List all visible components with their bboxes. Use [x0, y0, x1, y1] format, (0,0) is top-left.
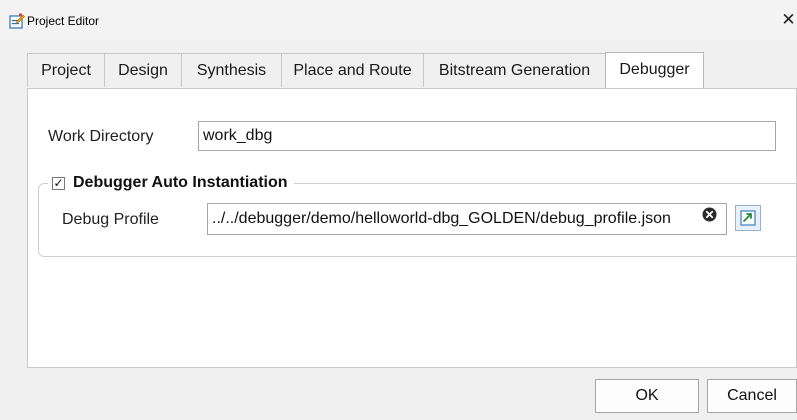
debug-profile-label: Debug Profile [62, 211, 159, 228]
auto-instantiation-header: ✓ Debugger Auto Instantiation [48, 173, 294, 193]
tab-project[interactable]: Project [27, 53, 105, 87]
ok-button[interactable]: OK [595, 379, 699, 413]
app-icon [9, 13, 25, 29]
close-button[interactable]: ✕ [780, 8, 797, 32]
work-directory-input[interactable]: work_dbg [198, 121, 776, 151]
browse-folder-icon [740, 210, 756, 226]
tab-bitstream-generation[interactable]: Bitstream Generation [423, 53, 606, 87]
auto-instantiation-label[interactable]: Debugger Auto Instantiation [73, 174, 288, 192]
clear-icon[interactable] [702, 207, 717, 222]
work-directory-label: Work Directory [48, 128, 154, 145]
cancel-button[interactable]: Cancel [707, 379, 797, 413]
debug-profile-input[interactable]: ../../debugger/demo/helloworld-dbg_GOLDE… [207, 203, 727, 235]
tab-synthesis[interactable]: Synthesis [181, 53, 282, 87]
tab-design[interactable]: Design [104, 53, 182, 87]
debugger-panel: Work Directory work_dbg ✓ Debugger Auto … [27, 88, 797, 368]
auto-instantiation-checkbox[interactable]: ✓ [52, 176, 65, 190]
tab-debugger[interactable]: Debugger [605, 52, 704, 88]
browse-button[interactable] [735, 205, 761, 231]
tab-place-and-route[interactable]: Place and Route [281, 53, 424, 87]
window-title: Project Editor [27, 14, 100, 28]
title-bar: Project Editor ✕ [0, 0, 797, 40]
project-editor-window: Project Editor ✕ Project Design Synthesi… [0, 0, 797, 420]
